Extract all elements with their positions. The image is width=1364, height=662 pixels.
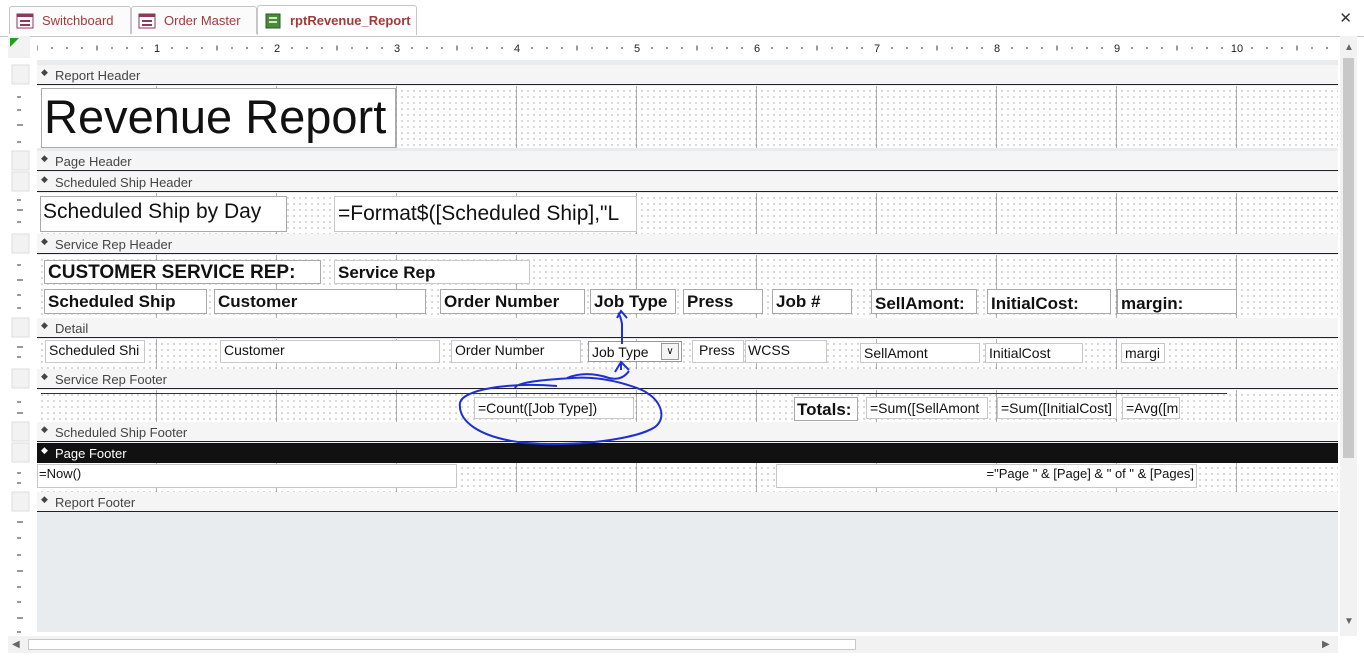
vertical-scroll-thumb[interactable] (1343, 58, 1354, 458)
ink-annotation (458, 309, 663, 446)
report-design-surface[interactable]: ◆ Report Header Revenue Report ◆ Page He… (37, 60, 1338, 632)
ruler-inch-label: 1 (154, 43, 160, 55)
ruler-section-marker (11, 368, 30, 389)
ruler-section-marker (11, 150, 30, 171)
ruler-section-marker (11, 491, 30, 512)
report-icon (265, 13, 281, 28)
ruler-section-marker (11, 64, 30, 85)
scroll-right-icon[interactable]: ▶ (1322, 639, 1330, 650)
annotation-arrow-upper (616, 309, 628, 344)
ruler-section-marker (11, 171, 30, 192)
form-icon (16, 13, 34, 28)
horizontal-scrollbar[interactable]: ◀ ▶ (8, 636, 1338, 653)
horizontal-ruler: 1 2 3 4 5 6 7 8 9 10 (37, 43, 1328, 55)
ruler-section-marker (11, 421, 30, 442)
ruler-inch-label: 5 (634, 43, 640, 55)
ruler-inch-label: 4 (514, 43, 520, 55)
close-icon[interactable]: ✕ (1339, 9, 1352, 27)
ruler-inch-label: 6 (754, 43, 760, 55)
tab-label: Order Master (164, 13, 241, 28)
report-selector[interactable] (8, 36, 30, 58)
ruler-inch-label: 7 (874, 43, 880, 55)
ruler-section-marker (11, 317, 30, 338)
section-arrow-icon: ◆ (41, 494, 48, 504)
ruler-section-marker (11, 233, 30, 254)
annotation-circle (458, 376, 663, 446)
tab-label: rptRevenue_Report (290, 13, 411, 28)
page-number-textbox[interactable]: ="Page " & [Page] & " of " & [Pages] (776, 464, 1197, 488)
ruler-inch-label: 3 (394, 43, 400, 55)
tab-rptrevenue-report[interactable]: rptRevenue_Report (257, 5, 417, 35)
vertical-scrollbar[interactable]: ▲ ▼ (1340, 36, 1357, 636)
tab-label: Switchboard (42, 13, 114, 28)
scroll-left-icon[interactable]: ◀ (12, 639, 20, 650)
ruler-section-marker (11, 442, 30, 463)
tab-order-master[interactable]: Order Master (131, 6, 257, 34)
horizontal-scroll-thumb[interactable] (28, 639, 856, 650)
annotation-arrow-lower (614, 360, 630, 373)
document-tab-bar: Switchboard Order Master rptRevenue_Repo… (0, 0, 1364, 37)
section-report-footer[interactable]: ◆ Report Footer (37, 492, 1338, 512)
ruler-inch-label: 8 (994, 43, 1000, 55)
scroll-down-icon[interactable]: ▼ (1344, 616, 1354, 627)
scroll-up-icon[interactable]: ▲ (1344, 42, 1354, 53)
form-icon (138, 13, 156, 28)
vertical-ruler (11, 64, 30, 633)
now-textbox[interactable]: =Now() (37, 464, 457, 488)
ruler-inch-label: 9 (1114, 43, 1120, 55)
ruler-inch-label: 2 (274, 43, 280, 55)
status-bar (0, 654, 1364, 662)
tab-switchboard[interactable]: Switchboard (9, 6, 131, 34)
selector-triangle-icon (10, 38, 19, 47)
ruler-inch-label: 10 (1231, 43, 1243, 55)
